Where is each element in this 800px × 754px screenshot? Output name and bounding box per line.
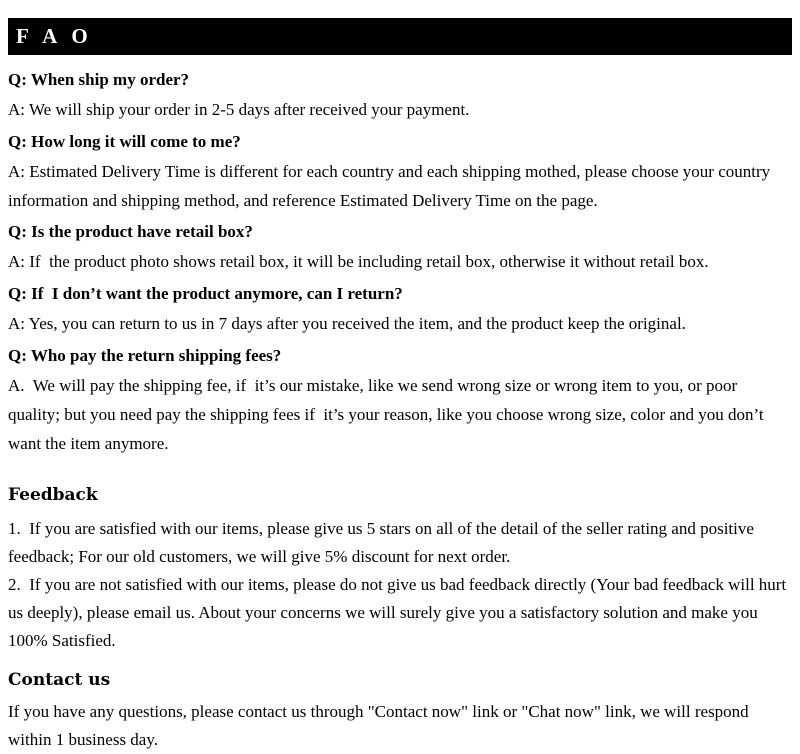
faq-item: Q: If I don’t want the product anymore, … [8,278,792,339]
faq-banner: F A O [8,18,792,55]
faq-section: Q: When ship my order? A: We will ship y… [8,64,792,458]
feedback-paragraph: 2. If you are not satisfied with our ite… [8,575,791,650]
faq-item: Q: Is the product have retail box? A: If… [8,216,792,277]
faq-document-page: F A O Q: When ship my order? A: We will … [0,18,800,749]
faq-item: Q: When ship my order? A: We will ship y… [8,64,792,125]
contact-section: Contact us If you have any questions, pl… [8,669,792,754]
faq-question: Q: If I don’t want the product anymore, … [8,284,403,303]
faq-question: Q: How long it will come to me? [8,132,241,151]
faq-question: Q: When ship my order? [8,70,190,89]
faq-answer: A: If the product photo shows retail box… [8,252,709,271]
feedback-heading: Feedback [8,485,98,505]
contact-heading: Contact us [8,670,111,690]
contact-paragraph: If you have any questions, please contac… [8,702,753,749]
feedback-body: 1. If you are satisfied with our items, … [8,515,792,655]
faq-answer: A: Yes, you can return to us in 7 days a… [8,314,686,333]
contact-body: If you have any questions, please contac… [8,698,792,754]
faq-answer: A. We will pay the shipping fee, if it’s… [8,376,768,453]
faq-item: Q: Who pay the return shipping fees? A. … [8,340,792,458]
feedback-paragraph: 1. If you are satisfied with our items, … [8,519,759,566]
banner-title: F A O [16,24,93,48]
faq-answer: A: Estimated Delivery Time is different … [8,162,775,210]
faq-answer: A: We will ship your order in 2-5 days a… [8,100,470,119]
faq-question: Q: Who pay the return shipping fees? [8,346,282,365]
faq-question: Q: Is the product have retail box? [8,222,253,241]
feedback-section: Feedback 1. If you are satisfied with ou… [8,484,792,655]
faq-item: Q: How long it will come to me? A: Estim… [8,126,792,215]
